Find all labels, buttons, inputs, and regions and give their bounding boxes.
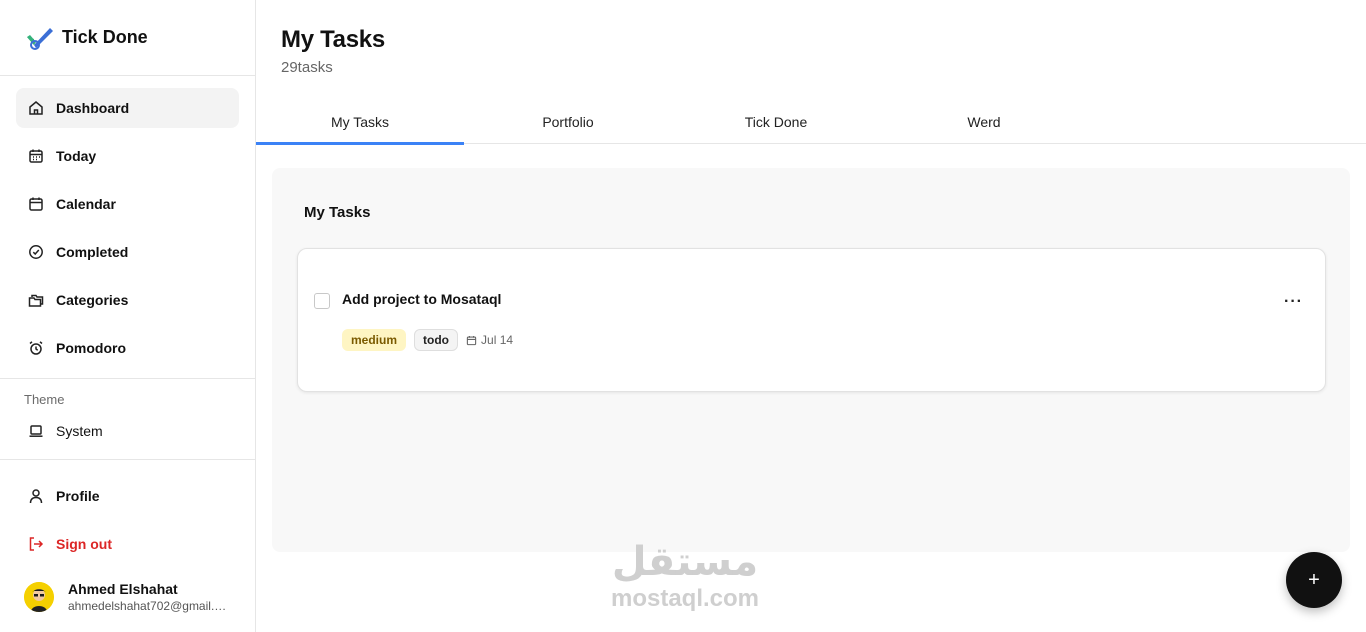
watermark-arabic: مستقل	[611, 539, 759, 585]
theme-selector[interactable]: System	[16, 419, 239, 443]
sidebar-item-label: Sign out	[56, 536, 112, 552]
sidebar-item-label: Dashboard	[56, 100, 130, 116]
panel-title: My Tasks	[304, 204, 371, 221]
theme-value: System	[56, 423, 103, 439]
brand-name: Tick Done	[62, 27, 148, 47]
priority-badge: medium	[342, 329, 407, 351]
account-nav: Profile Sign out	[16, 476, 239, 572]
due-date: Jul 14	[466, 333, 513, 347]
sidebar-item-label: Profile	[56, 488, 100, 504]
user-icon	[28, 488, 44, 504]
task-card[interactable]: Add project to Mosataql ··· medium todo …	[297, 248, 1326, 392]
main-content: My Tasks 29tasks My Tasks Portfolio Tick…	[256, 0, 1366, 632]
check-circle-icon	[28, 244, 44, 260]
tab-my-tasks[interactable]: My Tasks	[256, 100, 464, 145]
sidebar-item-profile[interactable]: Profile	[16, 476, 239, 516]
user-name: Ahmed Elshahat	[68, 581, 178, 597]
folders-icon	[28, 292, 44, 308]
user-info: Ahmed Elshahat ahmedelshahat702@gmail.c.…	[68, 580, 228, 614]
calendar-grid-icon	[28, 148, 44, 164]
app-root: Tick Done Dashboard Today Calendar Compl…	[0, 0, 1366, 632]
project-tabs: My Tasks Portfolio Tick Done Werd	[256, 100, 1366, 145]
sidebar-item-categories[interactable]: Categories	[16, 280, 239, 320]
tab-portfolio[interactable]: Portfolio	[464, 100, 672, 144]
sidebar-item-label: Pomodoro	[56, 340, 126, 356]
task-checkbox[interactable]	[314, 293, 330, 309]
watermark: مستقل mostaql.com	[600, 538, 770, 612]
sidebar-nav: Dashboard Today Calendar Completed Categ…	[16, 88, 239, 376]
task-title: Add project to Mosataql	[342, 291, 502, 307]
sidebar-item-label: Completed	[56, 244, 129, 260]
sidebar-item-completed[interactable]: Completed	[16, 232, 239, 272]
user-email: ahmedelshahat702@gmail.c...	[68, 599, 228, 613]
sidebar-item-label: Categories	[56, 292, 129, 308]
theme-label: Theme	[24, 392, 65, 407]
more-options-button[interactable]: ···	[1284, 293, 1303, 311]
brand[interactable]: Tick Done	[0, 0, 255, 76]
status-badge: todo	[414, 329, 459, 351]
sidebar-divider	[0, 459, 255, 460]
due-date-text: Jul 14	[481, 333, 514, 347]
sign-out-icon	[28, 536, 44, 552]
sidebar-item-dashboard[interactable]: Dashboard	[16, 88, 239, 128]
task-meta: medium todo Jul 14	[342, 329, 513, 351]
sign-out-button[interactable]: Sign out	[16, 524, 239, 564]
alarm-clock-icon	[28, 340, 44, 356]
sidebar-item-label: Today	[56, 148, 97, 164]
sidebar-divider	[0, 378, 255, 379]
sidebar-item-label: Calendar	[56, 196, 116, 212]
task-count: 29tasks	[281, 59, 333, 76]
laptop-icon	[28, 423, 44, 439]
theme-option-system[interactable]: System	[16, 419, 239, 443]
tab-werd[interactable]: Werd	[880, 100, 1088, 144]
calendar-icon	[28, 196, 44, 212]
calendar-small-icon	[466, 335, 477, 345]
sidebar: Tick Done Dashboard Today Calendar Compl…	[0, 0, 256, 632]
watermark-latin: mostaql.com	[610, 585, 760, 612]
check-logo-icon	[27, 27, 53, 50]
sidebar-item-pomodoro[interactable]: Pomodoro	[16, 328, 239, 368]
sidebar-item-today[interactable]: Today	[16, 136, 239, 176]
home-icon	[28, 100, 44, 116]
page-title: My Tasks	[281, 26, 385, 53]
sidebar-item-calendar[interactable]: Calendar	[16, 184, 239, 224]
avatar	[24, 582, 54, 612]
add-task-button[interactable]: +	[1286, 552, 1342, 608]
tab-tick-done[interactable]: Tick Done	[672, 100, 880, 144]
user-profile[interactable]: Ahmed Elshahat ahmedelshahat702@gmail.c.…	[24, 580, 228, 614]
tasks-panel: My Tasks Add project to Mosataql ··· med…	[272, 168, 1350, 552]
